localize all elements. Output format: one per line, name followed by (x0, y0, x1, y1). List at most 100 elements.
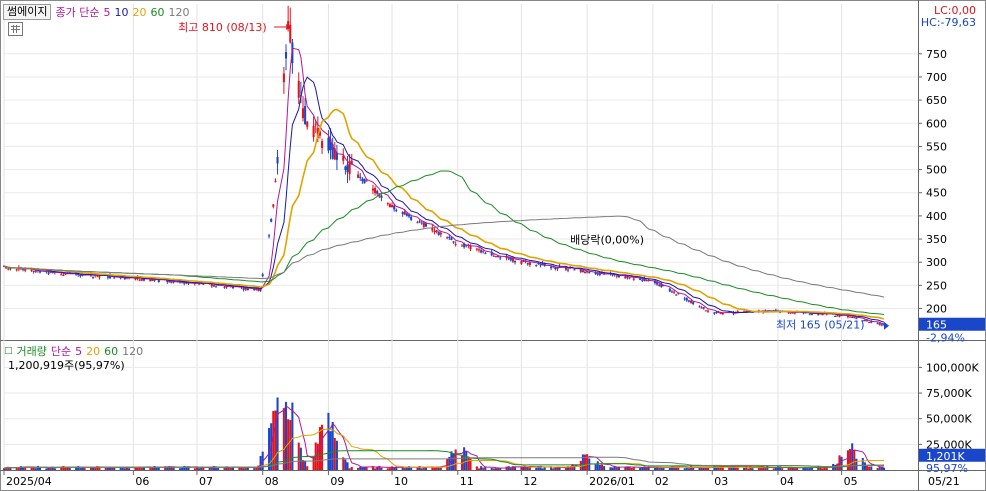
candle-body (511, 258, 514, 262)
candle-body (514, 260, 517, 263)
time-tick-label: 08 (265, 475, 279, 488)
candle-body (371, 188, 374, 191)
candle-body (357, 174, 360, 178)
candle-body (596, 273, 599, 275)
volume-bar (586, 454, 589, 470)
candle-body (484, 253, 487, 255)
volume-bar (388, 468, 391, 470)
candle-body (706, 310, 710, 312)
price-tick-label: 600 (926, 117, 947, 130)
volume-bar (751, 468, 754, 470)
candle-body (138, 279, 141, 281)
candle-body (420, 222, 423, 224)
ma60-legend: 60 (150, 5, 165, 19)
volume-bar (79, 468, 82, 470)
volume-bar (603, 466, 606, 470)
vol-ma120-legend: 120 (122, 344, 144, 358)
candle-body (668, 288, 671, 292)
volume-bar (272, 411, 275, 470)
volume-bar (420, 468, 423, 470)
candle-body (359, 176, 362, 178)
price-tick-label: 500 (926, 164, 947, 177)
volume-tick-label: 50,000K (926, 413, 972, 426)
candle-body (62, 274, 65, 276)
volume-bar (774, 467, 777, 470)
volume-bar (494, 468, 497, 470)
candle-body (528, 262, 531, 265)
candle-body (170, 282, 173, 284)
ma10-legend: 10 (114, 5, 129, 19)
hc-label: HC:-79,63 (920, 16, 976, 29)
candle-body (628, 277, 631, 279)
volume-bar (433, 467, 436, 470)
volume-bar (861, 457, 864, 470)
candle-body (808, 313, 811, 315)
candle-body (624, 276, 627, 279)
grid-icon[interactable] (8, 22, 23, 36)
volume-bar (598, 464, 601, 470)
candle-body (494, 256, 497, 258)
candle-body (704, 310, 707, 312)
candle-body (700, 307, 703, 309)
volume-bar (868, 466, 871, 470)
volume-total: 1,200,919주(95,97%) (8, 359, 125, 372)
candle-body (439, 232, 442, 235)
volume-bar (386, 468, 389, 470)
high-annotation: 최고 810 (08/13) (178, 21, 267, 34)
volume-bar (849, 449, 852, 470)
ticker-box[interactable]: 썸에이지 (3, 4, 52, 20)
volume-bar (757, 467, 760, 470)
candle-body (270, 219, 273, 222)
candle-body (615, 275, 618, 277)
candle-body (32, 270, 35, 273)
volume-bar (475, 466, 478, 470)
candle-body (482, 251, 485, 253)
candle-body (687, 300, 690, 302)
candle-body (460, 245, 464, 247)
candle-body (30, 269, 33, 271)
vol-ma20-legend: 20 (86, 344, 101, 358)
stock-chart: 200 250 300 350 400 450 500 550 600 650 700 750 2025… (0, 0, 986, 491)
candle-body (535, 265, 538, 267)
volume-bar (104, 467, 107, 470)
candle-body (405, 213, 408, 216)
volume-bar (178, 468, 182, 470)
volume-bar (554, 467, 557, 470)
volume-bar (238, 467, 241, 470)
candle-body (454, 243, 457, 245)
volume-bar (492, 468, 495, 470)
time-tick-label: 06 (135, 475, 149, 488)
candle-body (215, 286, 218, 288)
volume-bar (47, 467, 50, 470)
volume-bar (806, 468, 809, 470)
candle-body (246, 288, 249, 291)
volume-tick-label: 100,000K (926, 361, 979, 374)
volume-bar (410, 467, 413, 470)
candle-body (690, 300, 693, 303)
candle-body (675, 294, 678, 296)
price-tick-label: 200 (926, 303, 947, 316)
volume-bar (64, 467, 67, 470)
volume-bar (653, 467, 657, 470)
candle-body (698, 306, 701, 308)
candle-body (374, 188, 377, 194)
time-tick-label: 11 (460, 475, 474, 488)
volume-bar (306, 466, 309, 470)
candle-body (223, 286, 226, 288)
volume-bar (403, 467, 406, 470)
volume-bar (480, 466, 483, 470)
candle-body (416, 222, 419, 224)
volume-bar (583, 454, 587, 470)
ma20-legend: 20 (132, 5, 147, 19)
candle-body (446, 237, 449, 239)
volume-bar (772, 468, 775, 470)
candle-body (410, 216, 413, 220)
volume-bar (316, 443, 319, 470)
volume-bar (68, 467, 71, 470)
price-tick-label: 550 (926, 140, 947, 153)
volume-bar (683, 468, 686, 470)
volume-bar (36, 465, 39, 470)
ma120-legend: 120 (168, 5, 190, 19)
volume-bar (217, 468, 220, 470)
price-legend: 썸에이지 종가 단순 5 10 20 60 120 (3, 4, 189, 20)
